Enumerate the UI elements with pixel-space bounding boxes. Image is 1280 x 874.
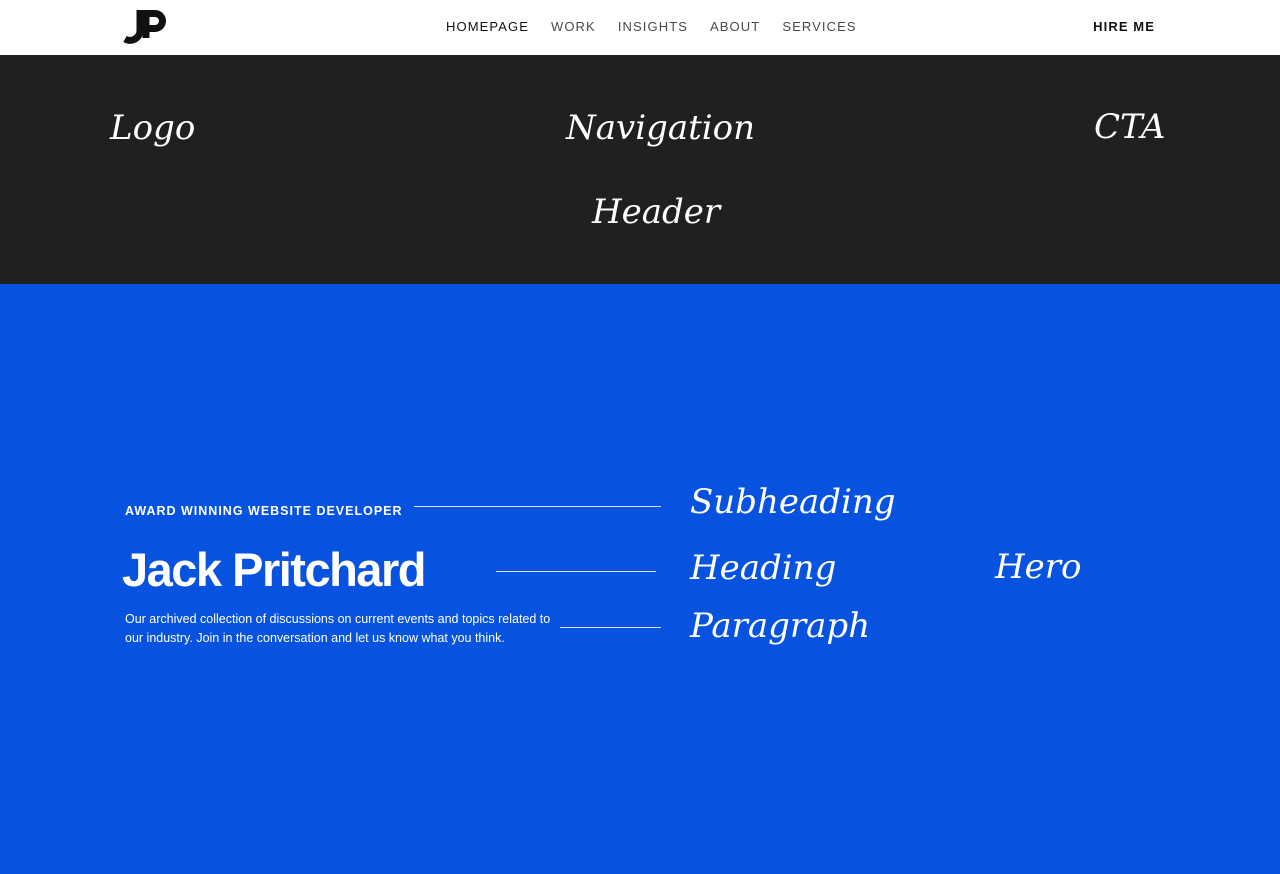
annotation-navigation: Navigation xyxy=(566,108,756,148)
annotation-header: Header xyxy=(592,192,721,232)
paragraph-connector-line xyxy=(560,627,661,628)
nav-link-services[interactable]: SERVICES xyxy=(782,18,856,36)
jp-logo[interactable]: JP xyxy=(122,7,170,45)
nav-link-work[interactable]: WORK xyxy=(551,18,596,36)
annotation-hero: Hero xyxy=(995,547,1082,587)
header-annotation-band: Logo Navigation CTA Header xyxy=(0,55,1280,284)
main-navigation: HOMEPAGE WORK INSIGHTS ABOUT SERVICES xyxy=(446,18,879,36)
hire-me-button[interactable]: HIRE ME xyxy=(1093,18,1155,36)
hero-section: AWARD WINNING WEBSITE DEVELOPER Jack Pri… xyxy=(0,284,1280,874)
heading-connector-line xyxy=(496,571,656,572)
nav-link-insights[interactable]: INSIGHTS xyxy=(618,18,688,36)
nav-link-about[interactable]: ABOUT xyxy=(710,18,760,36)
site-navbar: JP HOMEPAGE WORK INSIGHTS ABOUT SERVICES… xyxy=(0,0,1280,55)
annotation-cta: CTA xyxy=(1094,107,1166,147)
annotation-paragraph: Paragraph xyxy=(690,606,871,646)
subheading-connector-line xyxy=(414,506,661,507)
hero-paragraph: Our archived collection of discussions o… xyxy=(125,612,551,645)
annotation-subheading: Subheading xyxy=(690,482,896,522)
hero-subheading: AWARD WINNING WEBSITE DEVELOPER xyxy=(125,504,403,518)
annotation-logo: Logo xyxy=(110,108,196,148)
annotation-heading: Heading xyxy=(690,548,837,588)
hero-heading: Jack Pritchard xyxy=(122,543,426,596)
nav-link-homepage[interactable]: HOMEPAGE xyxy=(446,18,529,36)
